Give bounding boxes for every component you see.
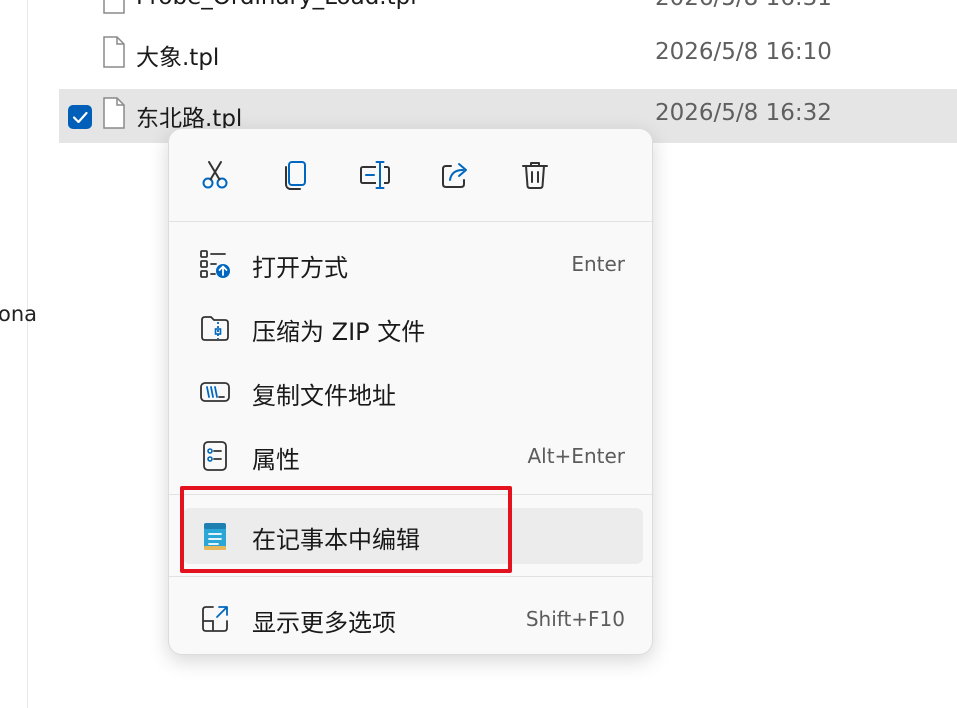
menu-separator	[169, 576, 654, 577]
menu-separator	[169, 221, 654, 222]
shortcut-label: Alt+Enter	[527, 444, 625, 468]
file-icon	[103, 0, 125, 14]
menu-item-compress-zip[interactable]: 压缩为 ZIP 文件	[183, 300, 643, 356]
cut-button[interactable]	[193, 153, 237, 197]
menu-item-copy-path[interactable]: 复制文件地址	[183, 364, 643, 420]
menu-item-label: 显示更多选项	[252, 609, 396, 637]
shortcut-label: Enter	[571, 252, 625, 276]
checkbox-checked[interactable]	[68, 105, 92, 129]
rename-button[interactable]	[353, 153, 397, 197]
scissors-icon	[202, 161, 228, 189]
menu-item-label: 属性	[252, 446, 300, 474]
nav-item-label[interactable]: ona	[0, 302, 37, 326]
annotation-highlight-box	[180, 486, 512, 573]
file-row[interactable]: Probe_Ordinary_Load.tpl 2026/5/8 16:31	[59, 0, 957, 28]
rename-icon	[360, 161, 390, 189]
file-icon	[103, 36, 125, 68]
quick-action-bar	[169, 129, 652, 221]
navigation-pane: ona	[0, 0, 37, 708]
file-name: Probe_Ordinary_Load.tpl	[136, 0, 417, 10]
copy-button[interactable]	[273, 153, 317, 197]
delete-button[interactable]	[513, 153, 557, 197]
menu-item-show-more-options[interactable]: 显示更多选项 Shift+F10	[183, 591, 643, 647]
file-date: 2026/5/8 16:31	[655, 0, 832, 11]
file-date: 2026/5/8 16:32	[655, 100, 832, 126]
trash-icon	[522, 162, 548, 189]
menu-item-label: 复制文件地址	[252, 382, 396, 410]
share-button[interactable]	[433, 153, 477, 197]
menu-item-label: 打开方式	[252, 254, 348, 282]
properties-icon	[203, 441, 227, 471]
shortcut-label: Shift+F10	[525, 607, 625, 631]
file-name: 大象.tpl	[136, 45, 220, 71]
open-with-icon	[200, 250, 230, 278]
file-icon	[103, 97, 125, 129]
file-date: 2026/5/8 16:10	[655, 39, 832, 65]
menu-item-properties[interactable]: 属性 Alt+Enter	[183, 428, 643, 484]
copy-icon	[285, 161, 306, 190]
more-options-icon	[202, 606, 228, 632]
context-menu: 打开方式 Enter 压缩为 ZIP 文件 复制文件地址 属性 Alt+Ente…	[168, 128, 654, 655]
zip-folder-icon	[201, 316, 229, 341]
file-row[interactable]: 大象.tpl 2026/5/8 16:10	[59, 28, 957, 82]
checkmark-icon	[72, 111, 88, 124]
share-icon	[442, 163, 467, 188]
copy-path-icon	[200, 382, 230, 402]
menu-item-open-with[interactable]: 打开方式 Enter	[183, 236, 643, 292]
menu-item-label: 压缩为 ZIP 文件	[252, 318, 426, 346]
